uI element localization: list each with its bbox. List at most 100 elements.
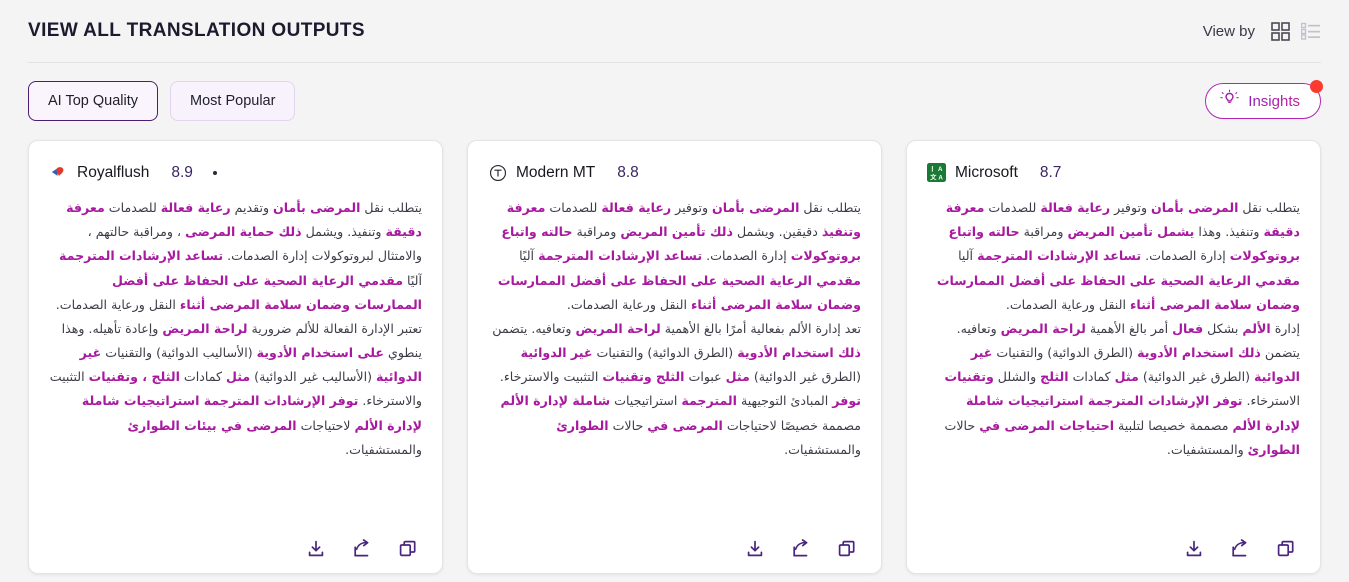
plain-text: كمادات: [1068, 369, 1115, 385]
highlighted-term: المرضى في: [647, 417, 723, 433]
engine-name: Modern MT: [516, 163, 596, 181]
plain-text: (الأساليب غير الدوائية): [250, 369, 377, 385]
highlighted-term: توفر: [832, 393, 861, 409]
download-icon[interactable]: [1184, 539, 1204, 559]
plain-text: حالات: [944, 417, 980, 433]
highlighted-term: ذلك استخدام الأدوية: [1137, 345, 1261, 361]
highlighted-term: مثل: [725, 369, 750, 385]
insights-button[interactable]: Insights: [1205, 80, 1323, 119]
engine-score: 8.8: [617, 163, 639, 181]
plain-text: إدارة الصدمات.: [1141, 248, 1230, 264]
plain-text: استراتيجيات: [610, 393, 682, 409]
highlighted-term: الألم: [1242, 320, 1271, 336]
plain-text: يتطلب نقل: [360, 200, 422, 215]
plain-text: (الأساليب الدوائية) والتقنيات: [101, 345, 257, 361]
insights-container: Insights: [1205, 80, 1323, 119]
view-by-controls: View by: [1202, 21, 1321, 41]
plain-text: النقل ورعاية الصدمات.: [566, 296, 691, 312]
highlighted-term: لراحة المريض: [1000, 320, 1086, 336]
highlighted-term: المرضى بأمان: [1151, 200, 1239, 215]
list-view-icon[interactable]: [1301, 22, 1321, 40]
plain-text: وتنفيذ. ويشمل: [301, 224, 386, 240]
royalflush-logo-icon: [49, 163, 68, 182]
share-icon[interactable]: [1230, 539, 1250, 559]
highlighted-term: الطوارئ: [556, 417, 609, 433]
plain-text: المبادئ التوجيهية: [736, 393, 833, 409]
translation-body: يتطلب نقل المرضى بأمان وتوفير رعاية فعال…: [488, 194, 861, 531]
plain-text: إدارة الصدمات.: [702, 248, 791, 264]
plain-text: والمستشفيات.: [345, 441, 422, 457]
highlighted-term: المرضى بأمان: [273, 200, 361, 215]
plain-text: وتقديم: [230, 200, 274, 215]
highlighted-term: الثلج وتقنيات: [602, 369, 685, 385]
plain-text: وتنفيذ. وهذا: [1194, 224, 1264, 240]
plain-text: تعتبر الإدارة الفعالة للألم ضرورية: [247, 320, 422, 336]
filter-toolbar: AI Top Quality Most Popular Insights: [0, 62, 1349, 140]
highlighted-term: ذلك استخدام الأدوية: [737, 345, 861, 361]
highlighted-term: لراحة المريض: [162, 320, 248, 336]
translation-cards: Royalflush 8.9 يتطلب نقل المرضى بأمان وت…: [28, 140, 1321, 574]
filter-tabs: AI Top Quality Most Popular: [28, 81, 296, 121]
highlighted-term: مثل: [1114, 369, 1139, 385]
download-icon[interactable]: [745, 539, 765, 559]
notification-dot: [1310, 80, 1323, 93]
plain-text: آليًا: [403, 272, 422, 288]
share-icon[interactable]: [791, 539, 811, 559]
card-actions: [927, 531, 1300, 559]
highlighted-term: شاملة لإدارة الألم: [500, 393, 611, 409]
card-header: ا A 文 A Microsoft 8.7: [927, 163, 1300, 182]
plain-text: أمر بالغ الأهمية: [1085, 320, 1173, 336]
translation-outputs-page: VIEW ALL TRANSLATION OUTPUTS View by AI …: [0, 0, 1349, 582]
plain-text: (الطرق الدوائية) والتقنيات: [592, 345, 738, 361]
plain-text: (الطرق غير الدوائية): [1138, 369, 1255, 385]
view-by-label: View by: [1202, 22, 1255, 40]
highlighted-term: ذلك تأمين المريض: [620, 224, 733, 240]
translation-body: يتطلب نقل المرضى بأمان وتوفير رعاية فعال…: [927, 194, 1300, 531]
copy-icon[interactable]: [398, 539, 418, 559]
plain-text: للصدمات: [984, 200, 1041, 215]
download-icon[interactable]: [306, 539, 326, 559]
share-icon[interactable]: [352, 539, 372, 559]
copy-icon[interactable]: [1276, 539, 1296, 559]
highlighted-term: رعاية فعالة: [160, 200, 231, 215]
view-mode-icons: [1271, 21, 1321, 41]
plain-text: الاسترخاء.: [1242, 393, 1300, 409]
plain-text: بشكل: [1203, 320, 1243, 336]
translation-body: يتطلب نقل المرضى بأمان وتقديم رعاية فعال…: [49, 194, 422, 531]
highlighted-term: رعاية فعالة: [1040, 200, 1111, 215]
plain-text: النقل ورعاية الصدمات.: [1005, 296, 1130, 312]
translation-paragraph: تعتبر الإدارة الفعالة للألم ضرورية لراحة…: [49, 317, 422, 462]
copy-icon[interactable]: [837, 539, 857, 559]
highlighted-term: على استخدام الأدوية: [256, 345, 384, 361]
lightbulb-icon: [1220, 89, 1239, 113]
highlighted-term: غير الدوائية: [520, 345, 593, 361]
tab-most-popular[interactable]: Most Popular: [170, 81, 296, 121]
highlighted-term: رعاية فعالة: [601, 200, 672, 215]
plain-text: عبوات: [684, 369, 726, 385]
engine-name: Royalflush: [77, 163, 150, 181]
engine-score: 8.7: [1039, 163, 1062, 181]
plain-text: وتوفير: [1110, 200, 1152, 215]
highlighted-term: احتياجات المرضى في: [979, 417, 1115, 433]
translation-paragraph: تعد إدارة الألم بفعالية أمرًا بالغ الأهم…: [488, 317, 861, 462]
insights-label: Insights: [1248, 92, 1300, 110]
plain-text: لاحتياجات: [296, 417, 355, 433]
score-status-dot: [212, 170, 217, 175]
plain-text: والمستشفيات.: [784, 441, 861, 457]
translation-paragraph: يتطلب نقل المرضى بأمان وتوفير رعاية فعال…: [488, 196, 861, 317]
plain-text: إدارة: [1270, 320, 1300, 336]
plain-text: وتعافيه. يتضمن: [492, 320, 576, 336]
plain-text: وتوفير: [671, 200, 713, 215]
grid-view-icon[interactable]: [1271, 21, 1290, 41]
card-header: Modern MT 8.8: [488, 163, 861, 182]
translation-card-modern-mt: Modern MT 8.8 يتطلب نقل المرضى بأمان وتو…: [467, 140, 882, 574]
highlighted-term: فعال: [1172, 320, 1204, 336]
plain-text: النقل ورعاية الصدمات.: [55, 296, 180, 312]
engine-name: Microsoft: [955, 163, 1018, 181]
plain-text: مصممة خصيصا لتلبية: [1114, 417, 1233, 433]
highlighted-term: تساعد الإرشادات المترجمة: [538, 248, 703, 264]
tab-ai-top-quality[interactable]: AI Top Quality: [28, 81, 159, 121]
highlighted-term: مثل: [225, 369, 251, 385]
highlighted-term: الثلج ، وتقنيات: [88, 369, 180, 385]
card-header: Royalflush 8.9: [49, 163, 422, 182]
